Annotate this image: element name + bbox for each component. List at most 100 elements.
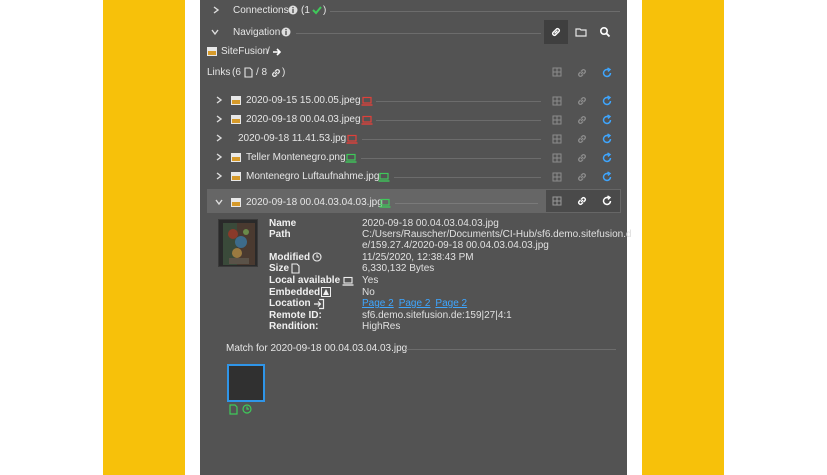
location-page-link[interactable]: Page 2 <box>435 298 467 309</box>
link-icon[interactable] <box>576 67 588 79</box>
grid-icon[interactable] <box>552 172 562 182</box>
image-icon <box>231 172 241 181</box>
refresh-icon[interactable] <box>601 195 613 207</box>
info-icon <box>288 5 298 15</box>
refresh-icon[interactable] <box>601 67 613 79</box>
match-label: Match for 2020-09-18 00.04.03.04.03.jpg <box>226 343 408 354</box>
link-icon <box>552 28 560 36</box>
grid-icon[interactable] <box>552 67 562 77</box>
detail-path-label: Path <box>269 229 291 240</box>
link-icon[interactable] <box>576 152 588 164</box>
breadcrumb-separator: / <box>267 46 270 57</box>
grid-icon[interactable] <box>552 134 562 144</box>
links-label: Links <box>207 67 231 78</box>
checkmark-icon <box>312 6 322 15</box>
detail-size-value: 6,330,132 Bytes <box>362 263 435 274</box>
laptop-error-icon <box>346 134 358 144</box>
links-view-button[interactable] <box>544 20 568 44</box>
laptop-ok-icon <box>378 172 390 182</box>
divider <box>376 101 541 102</box>
chevron-down-icon[interactable] <box>214 197 224 207</box>
link-name[interactable]: Teller Montenegro.png <box>246 152 346 164</box>
link-name[interactable]: 2020-09-15 15.00.05.jpeg <box>246 95 361 107</box>
clock-icon <box>312 252 322 262</box>
laptop-error-icon <box>361 96 373 106</box>
folder-icon <box>575 28 587 37</box>
match-thumbnail[interactable] <box>227 364 265 402</box>
chevron-right-icon[interactable] <box>214 95 224 105</box>
link-name[interactable]: Montenegro Luftaufnahme.jpg <box>246 171 379 183</box>
refresh-icon[interactable] <box>601 95 613 107</box>
location-page-link[interactable]: Page 2 <box>362 298 394 309</box>
search-button[interactable] <box>593 20 617 44</box>
refresh-icon[interactable] <box>601 114 613 126</box>
breadcrumb-root[interactable]: SiteFusion <box>221 46 268 58</box>
link-name[interactable]: 2020-09-18 00.04.03.04.03.jpg <box>246 197 383 209</box>
laptop-ok-icon <box>379 198 391 208</box>
detail-local-value: Yes <box>362 275 379 286</box>
detail-path-value-cont: e/159.27.4/2020-09-18 00.04.03.04.03.jpg <box>362 240 549 251</box>
grid-icon[interactable] <box>552 96 562 106</box>
divider <box>362 139 541 140</box>
divider <box>394 177 541 178</box>
divider <box>330 11 620 12</box>
links-count-open: (6 <box>232 67 241 78</box>
left-frame <box>103 0 185 475</box>
document-icon <box>229 404 238 415</box>
link-icon[interactable] <box>576 95 588 107</box>
asset-thumbnail <box>218 219 258 267</box>
link-icon <box>272 69 280 77</box>
laptop-error-icon <box>361 115 373 125</box>
laptop-icon <box>342 276 354 286</box>
connections-label[interactable]: Connections <box>233 5 289 17</box>
links-count-close: ) <box>282 67 286 78</box>
chevron-right-icon[interactable] <box>214 114 224 124</box>
chevron-down-icon[interactable] <box>210 27 220 37</box>
refresh-icon[interactable] <box>601 152 613 164</box>
chevron-right-icon[interactable] <box>214 133 224 143</box>
connections-count: (1 <box>301 5 310 16</box>
divider <box>395 203 538 204</box>
grid-icon[interactable] <box>552 115 562 125</box>
detail-rendition-label: Rendition: <box>269 321 319 332</box>
image-icon <box>231 153 241 162</box>
location-page-link[interactable]: Page 2 <box>399 298 431 309</box>
refresh-icon[interactable] <box>601 133 613 145</box>
document-icon <box>244 67 253 78</box>
search-icon <box>599 26 611 38</box>
link-icon[interactable] <box>576 171 588 183</box>
divider <box>406 349 616 350</box>
grid-icon[interactable] <box>552 153 562 163</box>
chevron-right-icon[interactable] <box>211 5 221 15</box>
link-icon[interactable] <box>576 133 588 145</box>
image-icon <box>231 96 241 105</box>
grid-icon[interactable] <box>552 196 562 206</box>
folder-button[interactable] <box>569 20 593 44</box>
detail-local-label: Local available <box>269 275 341 286</box>
divider <box>376 120 541 121</box>
navigation-label[interactable]: Navigation <box>233 27 280 39</box>
arrow-right-icon[interactable] <box>271 46 283 58</box>
detail-rendition-value: HighRes <box>362 321 401 332</box>
image-icon <box>231 115 241 124</box>
link-icon[interactable] <box>576 195 588 207</box>
link-icon[interactable] <box>576 114 588 126</box>
clock-icon <box>242 404 252 414</box>
link-name[interactable]: 2020-09-18 11.41.53.jpg <box>238 133 346 145</box>
embed-icon <box>321 287 331 297</box>
chevron-right-icon[interactable] <box>214 152 224 162</box>
image-icon <box>207 47 217 56</box>
divider <box>361 158 541 159</box>
info-icon <box>281 27 291 37</box>
detail-size-label: Size <box>269 263 290 274</box>
connections-count-close: ) <box>323 5 327 16</box>
detail-location-label: Location <box>269 298 311 309</box>
image-icon <box>231 198 241 207</box>
chevron-right-icon[interactable] <box>214 171 224 181</box>
right-frame <box>642 0 724 475</box>
location-enter-icon <box>314 298 325 310</box>
link-name[interactable]: 2020-09-18 00.04.03.jpeg <box>246 114 361 126</box>
refresh-icon[interactable] <box>601 171 613 183</box>
ci-hub-panel: Connections (1 ) Navigation SiteFusion /… <box>200 0 632 475</box>
divider <box>296 33 541 34</box>
